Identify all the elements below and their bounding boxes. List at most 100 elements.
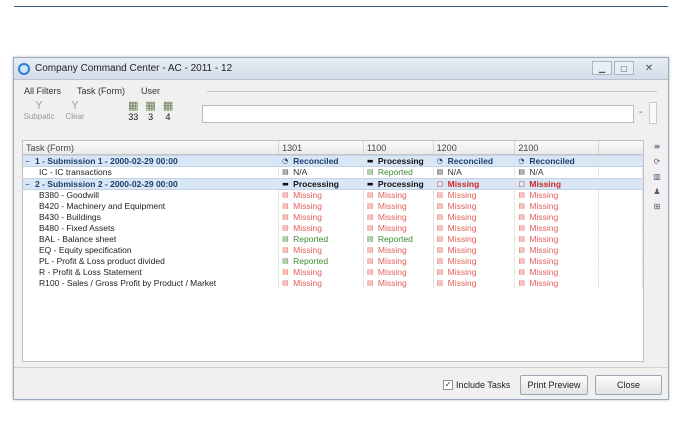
table-row[interactable]: IC - IC transactions ▤ N/A ▤ Reported ▤ N/A ▤ N/… xyxy=(23,167,643,178)
status-cell[interactable]: ▤ Missing xyxy=(515,212,600,222)
status-cell[interactable]: ▤ Missing xyxy=(279,278,364,288)
close-window-button[interactable]: ✕ xyxy=(636,61,662,75)
table-row[interactable]: EQ - Equity specification ▤ Missing ▤ Missin… xyxy=(23,245,643,256)
status-cell[interactable]: ▬ Processing xyxy=(279,179,364,189)
status-cell[interactable]: ▤ Missing xyxy=(434,256,516,266)
filter-search-input[interactable] xyxy=(202,105,634,123)
status-cell[interactable]: ▤ Missing xyxy=(279,201,364,211)
status-missing-icon: ▤ xyxy=(366,279,374,287)
status-cell[interactable]: ▤ Missing xyxy=(515,223,600,233)
status-cell[interactable]: ▤ Missing xyxy=(434,278,516,288)
status-cell[interactable]: ▤ Missing xyxy=(279,190,364,200)
tab-task-form[interactable]: Task (Form) xyxy=(75,86,127,96)
status-cell[interactable]: ▤ Reported xyxy=(279,256,364,266)
count-badge-2[interactable]: ▦ 3 xyxy=(145,100,155,123)
table-row[interactable]: R100 - Sales / Gross Profit by Product /… xyxy=(23,278,643,289)
status-cell[interactable]: ▤ Missing xyxy=(279,223,364,233)
user-icon[interactable]: ♟ xyxy=(653,187,660,196)
table-row[interactable]: B480 - Fixed Assets ▤ Missing ▤ Missing ▤ Miss… xyxy=(23,223,643,234)
status-cell[interactable]: ▤ Reported xyxy=(364,167,434,177)
task-name-cell: B480 - Fixed Assets xyxy=(23,223,280,233)
status-text: Missing xyxy=(377,201,407,211)
chart-icon[interactable]: ▥ xyxy=(653,172,661,181)
export-icon[interactable]: ⊞ xyxy=(654,202,661,211)
print-preview-button[interactable]: Print Preview xyxy=(520,375,588,395)
status-cell[interactable]: ▤ Missing xyxy=(434,223,516,233)
status-cell[interactable]: □ Missing xyxy=(434,179,516,189)
status-cell[interactable]: ▤ Missing xyxy=(515,234,600,244)
status-cell[interactable]: ▤ N/A xyxy=(515,167,600,177)
status-cell[interactable]: ▤ Missing xyxy=(434,212,516,222)
status-cell[interactable]: □ Missing xyxy=(515,179,600,189)
status-cell[interactable]: ▤ Missing xyxy=(364,212,434,222)
status-cell[interactable]: ▤ Missing xyxy=(515,278,600,288)
include-tasks-toggle[interactable]: ✓ Include Tasks xyxy=(443,380,510,390)
status-cell[interactable]: ▤ Missing xyxy=(364,256,434,266)
status-cell[interactable]: ▤ Missing xyxy=(434,234,516,244)
status-cell[interactable]: ▤ Missing xyxy=(279,212,364,222)
status-missing-icon: ▤ xyxy=(366,191,374,199)
table-row[interactable]: B420 - Machinery and Equipment ▤ Missing ▤ M… xyxy=(23,201,643,212)
status-cell[interactable]: ▤ Reported xyxy=(364,234,434,244)
status-cell[interactable]: ▤ Missing xyxy=(279,245,364,255)
task-name-cell: EQ - Equity specification xyxy=(23,245,280,255)
maximize-button[interactable]: ▢ xyxy=(614,61,634,75)
window-title: Company Command Center - AC - 2011 - 12 xyxy=(35,63,233,74)
status-cell[interactable]: ▤ Missing xyxy=(515,267,600,277)
filter-remove-button[interactable]: - xyxy=(639,107,642,118)
include-tasks-checkbox[interactable]: ✓ xyxy=(443,380,453,390)
status-missing-icon: ▤ xyxy=(518,279,526,287)
submission-group-row[interactable]: −2 - Submission 2 - 2000-02-29 00:00 ▬ Pro… xyxy=(23,178,643,190)
filter-scrollbar[interactable] xyxy=(649,102,657,124)
status-cell[interactable]: ◔ Reconciled xyxy=(515,156,600,166)
tab-user[interactable]: User xyxy=(139,86,162,96)
status-missing-icon: ▤ xyxy=(366,246,374,254)
tab-all-filters[interactable]: All Filters xyxy=(22,86,63,96)
table-row[interactable]: BAL - Balance sheet ▤ Reported ▤ Reported ▤ Mi… xyxy=(23,234,643,245)
header-1100[interactable]: 1100 xyxy=(364,141,434,154)
header-task-form[interactable]: Task (Form) xyxy=(23,141,280,154)
status-cell[interactable]: ▤ Reported xyxy=(279,234,364,244)
status-cell[interactable]: ▤ Missing xyxy=(515,256,600,266)
table-row[interactable]: PL - Profit & Loss product divided ▤ Repor… xyxy=(23,256,643,267)
submission-group-row[interactable]: −1 - Submission 1 - 2000-02-29 00:00 ◔ Rec… xyxy=(23,155,643,167)
task-name: B480 - Fixed Assets xyxy=(39,223,115,233)
refresh-icon[interactable]: ⟳ xyxy=(654,157,661,166)
subpatic-button[interactable]: Y Subpatic xyxy=(23,100,54,122)
count-badge-1[interactable]: ▦ 33 xyxy=(128,100,138,123)
status-cell[interactable]: ▤ Missing xyxy=(434,245,516,255)
expand-collapse-icon[interactable]: − xyxy=(25,157,33,166)
status-cell[interactable]: ▤ Missing xyxy=(515,190,600,200)
count-badge-3[interactable]: ▦ 4 xyxy=(163,100,173,123)
minimize-button[interactable]: ▁ xyxy=(592,61,612,75)
status-cell[interactable]: ▤ Missing xyxy=(434,201,516,211)
clear-filter-button[interactable]: Y Clear xyxy=(62,100,88,122)
table-row[interactable]: B430 - Buildings ▤ Missing ▤ Missing ▤ Missing… xyxy=(23,212,643,223)
header-1301[interactable]: 1301 xyxy=(279,141,364,154)
status-cell[interactable]: ▬ Processing xyxy=(364,179,434,189)
status-cell[interactable]: ▤ Missing xyxy=(279,267,364,277)
table-row[interactable]: R - Profit & Loss Statement ▤ Missing ▤ Miss… xyxy=(23,267,643,278)
status-cell[interactable]: ▤ Missing xyxy=(364,267,434,277)
status-cell[interactable]: ◔ Reconciled xyxy=(279,156,364,166)
status-cell[interactable]: ▤ N/A xyxy=(434,167,516,177)
status-cell[interactable]: ▤ Missing xyxy=(434,190,516,200)
table-row[interactable]: B380 - Goodwill ▤ Missing ▤ Missing ▤ Missing ▤… xyxy=(23,190,643,201)
header-2100[interactable]: 2100 xyxy=(515,141,600,154)
status-missing-icon: ▤ xyxy=(518,202,526,210)
header-1200[interactable]: 1200 xyxy=(434,141,516,154)
status-cell[interactable]: ▤ Missing xyxy=(434,267,516,277)
status-cell[interactable]: ▤ N/A xyxy=(279,167,364,177)
status-cell[interactable]: ◔ Reconciled xyxy=(434,156,516,166)
status-cell[interactable]: ▤ Missing xyxy=(364,190,434,200)
status-cell[interactable]: ▤ Missing xyxy=(515,201,600,211)
expand-collapse-icon[interactable]: − xyxy=(25,180,33,189)
status-cell[interactable]: ▤ Missing xyxy=(364,245,434,255)
close-button[interactable]: Close xyxy=(595,375,662,395)
status-cell[interactable]: ▤ Missing xyxy=(364,201,434,211)
status-cell[interactable]: ▤ Missing xyxy=(364,223,434,233)
status-cell[interactable]: ▤ Missing xyxy=(515,245,600,255)
collapse-icon[interactable]: ≡ xyxy=(654,142,661,151)
status-cell[interactable]: ▤ Missing xyxy=(364,278,434,288)
status-cell[interactable]: ▬ Processing xyxy=(364,156,434,166)
